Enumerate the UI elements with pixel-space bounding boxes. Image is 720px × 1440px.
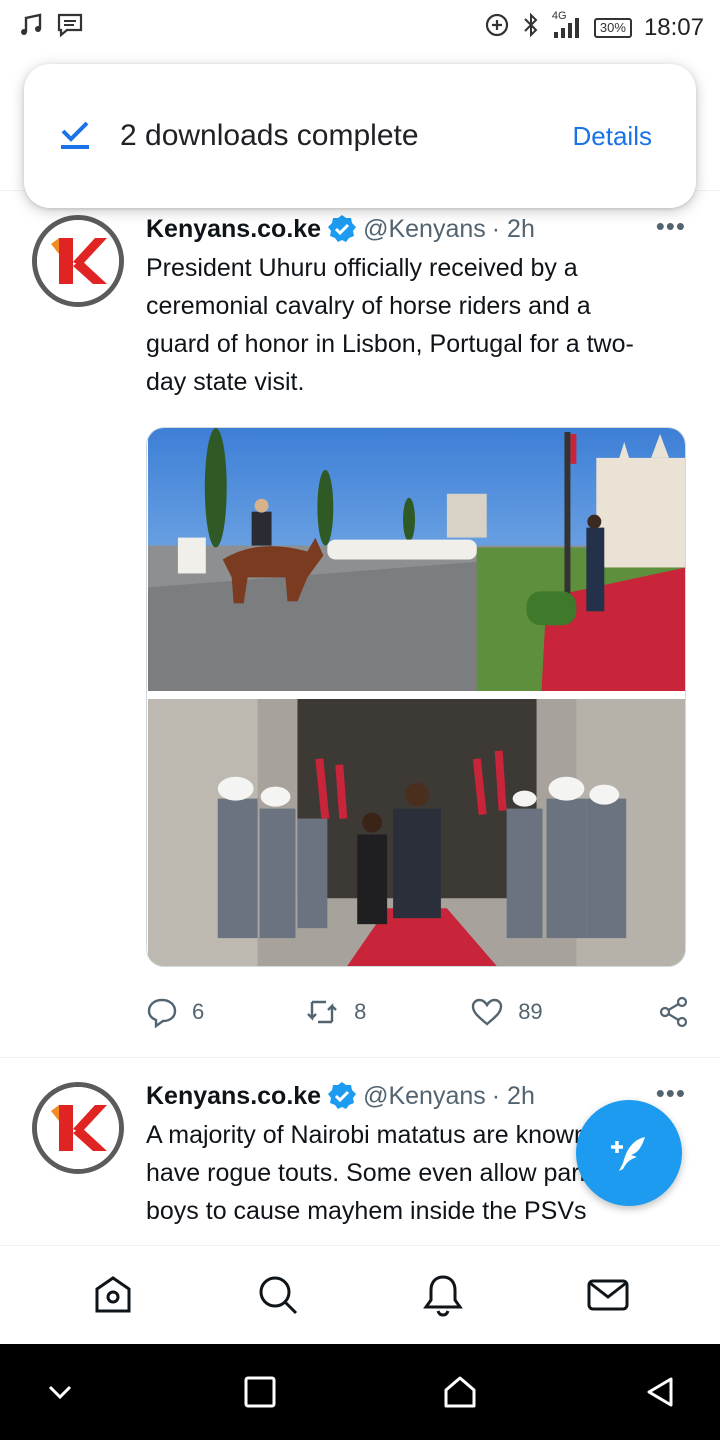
tweet-card[interactable]: Kenyans.co.ke @Kenyans · 2h ••• Presiden… <box>0 191 720 1057</box>
more-options-icon[interactable]: ••• <box>656 1078 686 1109</box>
compose-feather-icon <box>611 1137 645 1171</box>
sysnav-home[interactable] <box>430 1362 490 1422</box>
nav-search[interactable] <box>238 1255 318 1335</box>
bottom-navigation <box>0 1245 720 1344</box>
network-type-label: 4G <box>551 10 567 22</box>
home-icon <box>444 1376 476 1408</box>
retweet-count: 8 <box>354 999 367 1024</box>
timeline-feed[interactable]: Kenyans.co.ke @Kenyans · 2h ••• Presiden… <box>0 190 720 1245</box>
reply-button[interactable]: 6 <box>146 996 304 1028</box>
retweet-icon <box>307 1000 337 1024</box>
avatar[interactable] <box>32 1082 124 1174</box>
status-bar: 4G 30% 18:07 <box>0 0 720 56</box>
sysnav-back[interactable] <box>630 1362 690 1422</box>
data-saver-icon <box>484 12 510 44</box>
avatar[interactable] <box>32 215 124 307</box>
check-icon <box>58 117 92 156</box>
reply-icon <box>147 998 177 1028</box>
author-name[interactable]: Kenyans.co.ke <box>146 213 321 245</box>
like-count: 89 <box>518 999 543 1024</box>
like-button[interactable]: 89 <box>470 997 658 1027</box>
bluetooth-icon <box>522 12 540 44</box>
clock: 18:07 <box>643 14 704 41</box>
tweet-media[interactable] <box>146 427 686 967</box>
nav-notifications[interactable] <box>403 1255 483 1335</box>
music-note-icon <box>18 12 44 44</box>
notifications-icon <box>422 1275 463 1317</box>
system-navigation-bar <box>0 1344 720 1440</box>
message-icon <box>56 12 84 44</box>
more-options-icon[interactable]: ••• <box>656 211 686 242</box>
retweet-button[interactable]: 8 <box>304 998 470 1026</box>
tweet-text: President Uhuru officially received by a… <box>146 254 634 396</box>
details-button[interactable]: Details <box>573 121 652 152</box>
collapse-icon <box>48 1385 72 1400</box>
share-icon <box>659 996 688 1028</box>
author-handle[interactable]: @Kenyans <box>363 1080 486 1112</box>
heart-icon <box>471 998 503 1026</box>
tweet-photo-guard-of-honor[interactable] <box>147 699 686 966</box>
share-button[interactable] <box>658 996 690 1028</box>
signal-icon: 4G <box>552 10 582 40</box>
tweet-time: · 2h <box>491 1082 535 1110</box>
verified-badge-icon <box>327 1081 357 1111</box>
nav-messages[interactable] <box>568 1255 648 1335</box>
reply-count: 6 <box>192 999 205 1024</box>
compose-tweet-button[interactable] <box>576 1100 682 1206</box>
author-handle[interactable]: @Kenyans <box>363 213 486 245</box>
tweet-photo-cavalry[interactable] <box>147 428 686 691</box>
toast-message: 2 downloads complete <box>120 119 419 152</box>
tweet-actions: 6 8 89 <box>146 967 690 1057</box>
back-icon <box>647 1377 673 1407</box>
author-name[interactable]: Kenyans.co.ke <box>146 1080 321 1112</box>
download-complete-toast: 2 downloads complete Details <box>24 64 696 208</box>
sysnav-recents[interactable] <box>230 1362 290 1422</box>
sysnav-collapse[interactable] <box>30 1362 90 1422</box>
tweet-time: · 2h <box>491 215 535 243</box>
battery-icon: 30% <box>593 18 632 38</box>
search-icon <box>259 1276 297 1315</box>
nav-home[interactable] <box>73 1255 153 1335</box>
verified-badge-icon <box>327 214 357 244</box>
twitter-app-screen: 4G 30% 18:07 Kenyans.co.ke @Kenyans · 2h… <box>0 0 720 1440</box>
messages-icon <box>587 1279 628 1311</box>
home-icon <box>95 1276 130 1313</box>
recents-icon <box>244 1376 276 1408</box>
tweet-header: Kenyans.co.ke @Kenyans · 2h <box>146 213 690 245</box>
